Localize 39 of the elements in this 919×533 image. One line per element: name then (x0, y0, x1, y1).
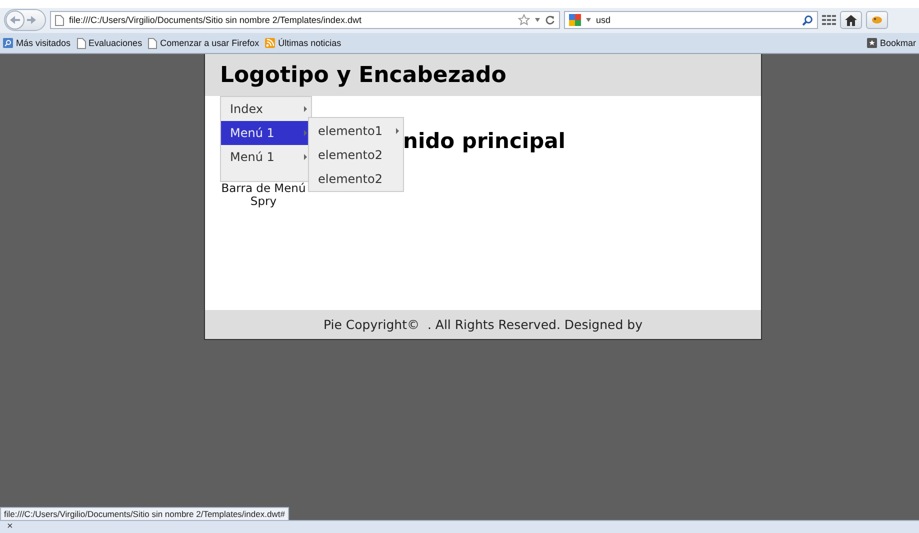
bookmark-star-icon (866, 38, 877, 48)
submenu-arrow-icon (304, 130, 307, 136)
search-icon (3, 38, 13, 48)
page-icon (76, 38, 86, 48)
dropdown-icon[interactable] (586, 18, 591, 22)
menu-item[interactable]: Index (221, 97, 311, 121)
search-field[interactable]: usd (564, 11, 818, 29)
menu-item[interactable]: Menú 1 (221, 121, 311, 145)
search-engine-icon[interactable] (569, 14, 581, 26)
home-button[interactable] (840, 11, 862, 29)
submenu-item[interactable]: elemento2 (309, 167, 403, 191)
dropdown-icon[interactable] (535, 18, 540, 22)
grid-icon[interactable] (822, 15, 836, 25)
address-bar[interactable]: file:///C:/Users/Virgilio/Documents/Sitio sin nombre 2/Templates/index.dwt (50, 11, 560, 29)
submenu-arrow-icon (304, 106, 307, 112)
reload-icon[interactable] (545, 15, 555, 25)
bookmark-item[interactable]: Evaluaciones (76, 38, 142, 48)
extension-icon[interactable] (871, 15, 883, 25)
feed-icon (265, 38, 276, 48)
home-icon[interactable] (845, 14, 857, 26)
menu-caption: Barra de Menú Spry (220, 182, 307, 208)
page-icon (55, 14, 64, 26)
star-icon[interactable] (518, 14, 530, 26)
bookmark-item[interactable]: Más visitados (3, 38, 71, 48)
page-header: Logotipo y Encabezado (205, 54, 761, 96)
back-button[interactable] (5, 10, 25, 30)
close-button[interactable]: × (7, 522, 13, 532)
page-icon (148, 38, 158, 48)
search-icon[interactable] (802, 14, 813, 26)
bookmarks-menu[interactable]: Bookmar (866, 38, 916, 48)
bookmark-item[interactable]: Comenzar a usar Firefox (148, 38, 260, 48)
status-url: file:///C:/Users/Virgilio/Documents/Sitio sin nombre 2/Templates/index.dwt# (0, 507, 289, 520)
main-heading: nido principal (403, 129, 566, 155)
menu-item[interactable]: Menú 1 (221, 145, 311, 169)
submenu-item[interactable]: elemento1 (309, 119, 403, 143)
bookmark-item[interactable]: Últimas noticias (265, 38, 342, 48)
page-footer: Pie Copyright© . All Rights Reserved. Designed by (205, 310, 761, 339)
submenu-arrow-icon (304, 154, 307, 160)
submenu-item[interactable]: elemento2 (309, 143, 403, 167)
